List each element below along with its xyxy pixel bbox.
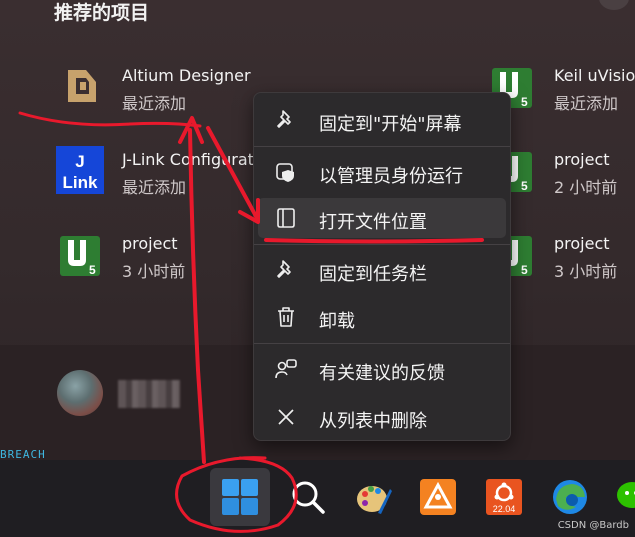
- edge-app-button[interactable]: [540, 468, 600, 526]
- item-time: 3 小时前: [554, 262, 618, 281]
- search-icon: [292, 481, 325, 514]
- item-time: 最近添加: [122, 178, 187, 197]
- menu-item-pin-to-taskbar[interactable]: 固定到任务栏: [258, 250, 506, 290]
- menu-item-remove-from-list[interactable]: 从列表中删除: [258, 397, 506, 437]
- jlink-letter: J: [75, 152, 84, 171]
- altium-icon: [68, 70, 96, 102]
- menu-item-label: 有关建议的反馈: [319, 363, 445, 384]
- menu-divider: [254, 244, 510, 245]
- pin-icon: [277, 110, 291, 128]
- menu-item-open-file-location[interactable]: 打开文件位置: [258, 198, 506, 238]
- search-button[interactable]: [278, 468, 338, 526]
- altium-dev-app-button[interactable]: [408, 468, 468, 526]
- item-name: project: [554, 150, 610, 169]
- keil-badge: 5: [521, 179, 528, 193]
- jlink-icon: J Link: [56, 146, 104, 194]
- item-time: 2 小时前: [554, 178, 618, 197]
- user-name-redacted[interactable]: [118, 380, 180, 408]
- context-menu: 固定到"开始"屏幕 以管理员身份运行 打开文件位置 固定到任务栏 卸载 有关建议…: [253, 92, 511, 441]
- start-button[interactable]: [210, 468, 270, 526]
- paint-app-button[interactable]: [344, 468, 404, 526]
- menu-item-pin-to-start[interactable]: 固定到"开始"屏幕: [258, 100, 506, 140]
- paint-icon: [357, 486, 392, 514]
- section-title: 推荐的项目: [54, 2, 150, 24]
- item-name: Keil uVision5: [554, 66, 635, 85]
- pin-icon: [277, 260, 291, 278]
- menu-item-label: 从列表中删除: [319, 411, 427, 432]
- item-name: J-Link Configurator: [122, 150, 271, 169]
- close-icon: [278, 409, 294, 425]
- ubuntu-version: 22.04: [493, 504, 516, 514]
- menu-item-label: 卸载: [319, 311, 355, 332]
- avatar[interactable]: [57, 370, 103, 416]
- item-time: 3 小时前: [122, 262, 186, 281]
- menu-item-label: 固定到"开始"屏幕: [319, 114, 462, 135]
- shield-icon: [276, 163, 294, 182]
- keil-badge: 5: [521, 95, 528, 109]
- menu-item-label: 固定到任务栏: [319, 264, 427, 285]
- menu-item-label: 以管理员身份运行: [319, 166, 463, 187]
- jlink-word: Link: [63, 173, 98, 192]
- item-time: 最近添加: [122, 94, 187, 113]
- folder-icon: [277, 208, 295, 228]
- ubuntu-icon: 22.04: [486, 479, 522, 515]
- more-button[interactable]: [599, 0, 629, 10]
- edge-icon: [553, 480, 587, 514]
- item-name: project: [122, 234, 178, 253]
- menu-divider: [254, 146, 510, 147]
- trash-icon: [278, 307, 294, 327]
- ubuntu-app-button[interactable]: 22.04: [474, 468, 534, 526]
- menu-item-label: 打开文件位置: [319, 212, 427, 233]
- menu-divider: [254, 343, 510, 344]
- keil-badge: 5: [521, 263, 528, 277]
- keil-icon: 5: [60, 236, 100, 277]
- wechat-app-button[interactable]: [604, 468, 635, 526]
- start-icon: [222, 479, 258, 515]
- item-name: project: [554, 234, 610, 253]
- menu-item-run-as-admin[interactable]: 以管理员身份运行: [258, 152, 506, 192]
- item-name: Altium Designer: [122, 66, 251, 85]
- keil-badge: 5: [89, 263, 96, 277]
- wechat-icon: [617, 482, 635, 508]
- menu-item-uninstall[interactable]: 卸载: [258, 297, 506, 337]
- menu-item-feedback[interactable]: 有关建议的反馈: [258, 349, 506, 389]
- feedback-icon: [275, 359, 297, 379]
- taskbar: 22.04: [0, 460, 635, 537]
- watermark: CSDN @Bardb: [557, 520, 629, 531]
- item-time: 最近添加: [554, 94, 619, 113]
- altium-dev-icon: [420, 479, 456, 515]
